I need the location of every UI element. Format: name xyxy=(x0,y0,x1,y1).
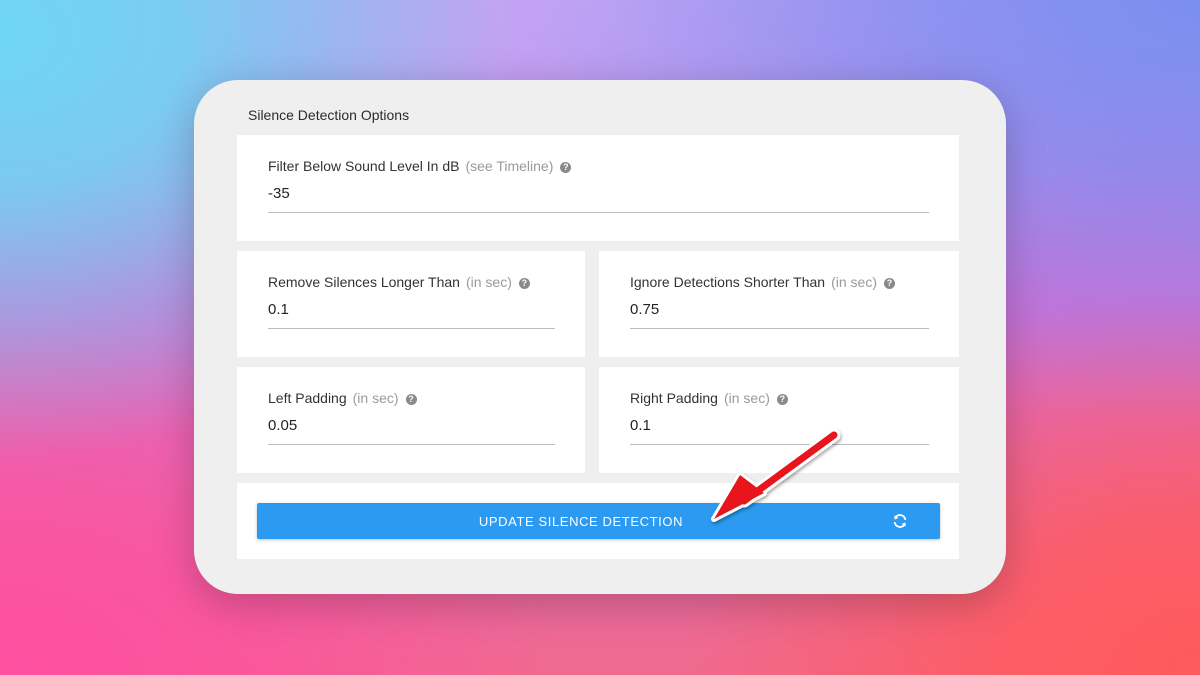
right-padding-hint: (in sec) xyxy=(723,390,770,406)
filter-sound-level-label-text: Filter Below Sound Level In dB xyxy=(268,158,460,174)
ignore-detections-hint: (in sec) xyxy=(831,274,877,290)
ignore-detections-input[interactable] xyxy=(630,301,929,329)
left-padding-card: Left Padding (in sec)? xyxy=(237,367,585,473)
remove-silences-hint: (in sec) xyxy=(465,274,512,290)
help-icon[interactable]: ? xyxy=(560,162,572,173)
silence-detection-panel: Silence Detection Options Filter Below S… xyxy=(194,80,1006,594)
help-icon[interactable]: ? xyxy=(776,394,788,405)
help-icon[interactable]: ? xyxy=(405,394,417,405)
filter-sound-level-label: Filter Below Sound Level In dB (see Timel… xyxy=(268,158,572,174)
filter-sound-level-input[interactable] xyxy=(268,185,929,213)
remove-silences-label-text: Remove Silences Longer Than xyxy=(268,274,460,290)
right-padding-label: Right Padding (in sec)? xyxy=(630,390,788,406)
update-button-card: UPDATE SILENCE DETECTION xyxy=(237,483,959,559)
left-padding-hint: (in sec) xyxy=(352,390,399,406)
remove-silences-input[interactable] xyxy=(268,301,555,329)
left-padding-input[interactable] xyxy=(268,417,555,445)
left-padding-label-text: Left Padding xyxy=(268,390,347,406)
panel-title: Silence Detection Options xyxy=(248,107,410,123)
ignore-detections-label: Ignore Detections Shorter Than (in sec)? xyxy=(630,274,895,290)
ignore-detections-label-text: Ignore Detections Shorter Than xyxy=(630,274,826,290)
right-padding-label-text: Right Padding xyxy=(630,390,718,406)
annotation-arrow xyxy=(711,428,841,522)
help-icon[interactable]: ? xyxy=(883,278,895,289)
remove-silences-label: Remove Silences Longer Than (in sec)? xyxy=(268,274,530,290)
remove-silences-card: Remove Silences Longer Than (in sec)? xyxy=(237,251,585,357)
left-padding-label: Left Padding (in sec)? xyxy=(268,390,417,406)
help-icon[interactable]: ? xyxy=(518,278,530,289)
filter-sound-level-card: Filter Below Sound Level In dB (see Timel… xyxy=(237,135,959,241)
ignore-detections-card: Ignore Detections Shorter Than (in sec)? xyxy=(599,251,959,357)
filter-sound-level-hint: (see Timeline) xyxy=(465,158,554,174)
refresh-icon[interactable] xyxy=(892,513,908,529)
